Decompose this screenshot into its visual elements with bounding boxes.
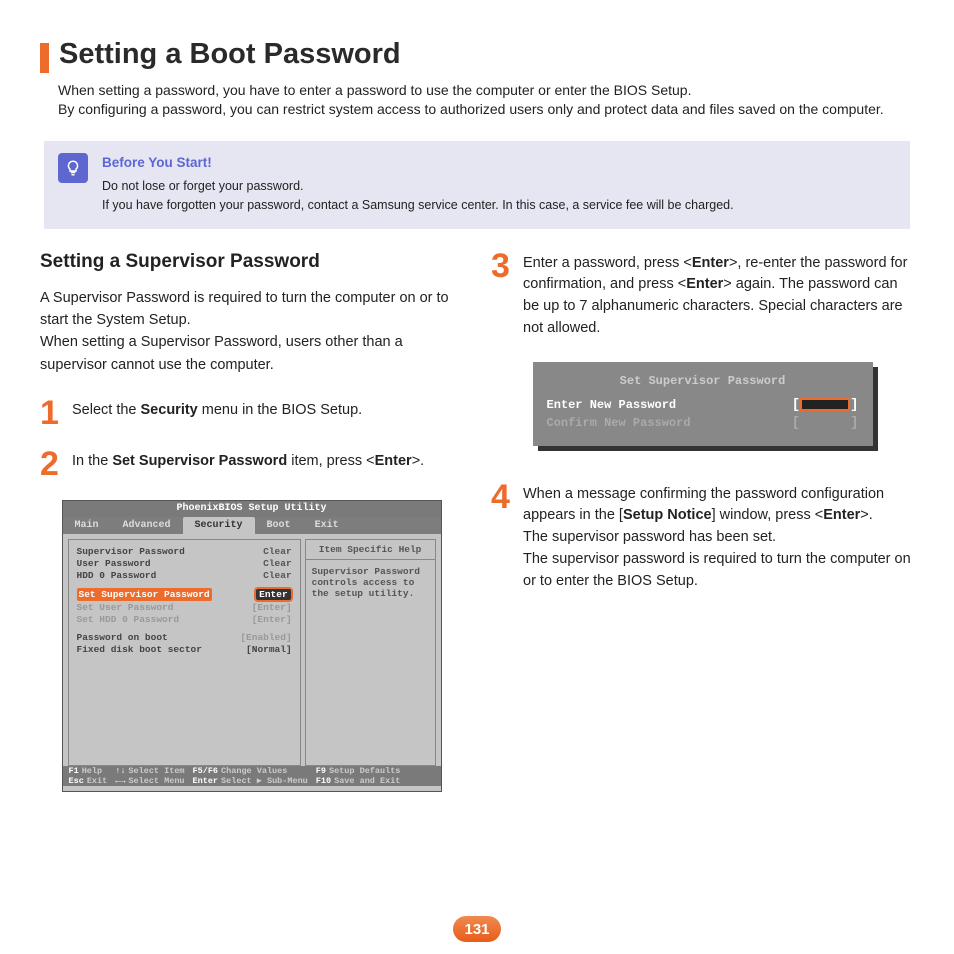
before-you-start-callout: Before You Start! Do not lose or forget … bbox=[44, 141, 910, 229]
step-3: 3 Enter a password, press <Enter>, re-en… bbox=[491, 251, 914, 340]
bios-tabs: Main Advanced Security Boot Exit bbox=[63, 517, 441, 534]
bios-help-body: Supervisor Password controls access to t… bbox=[306, 560, 435, 605]
step-2: 2 In the Set Supervisor Password item, p… bbox=[40, 449, 463, 480]
accent-bar bbox=[40, 43, 49, 73]
two-column-layout: Setting a Supervisor Password A Supervis… bbox=[40, 251, 914, 800]
bios-help-panel: Item Specific Help Supervisor Password c… bbox=[305, 539, 436, 766]
intro-line-1: When setting a password, you have to ent… bbox=[58, 82, 691, 98]
tab-security: Security bbox=[183, 517, 255, 534]
step-number: 3 bbox=[491, 251, 513, 340]
intro-line-2: By configuring a password, you can restr… bbox=[58, 101, 884, 117]
step-1-text: Select the Security menu in the BIOS Set… bbox=[72, 398, 362, 429]
intro-paragraph: When setting a password, you have to ent… bbox=[58, 81, 914, 119]
tab-boot: Boot bbox=[255, 517, 303, 534]
bios-setup-screenshot: PhoenixBIOS Setup Utility Main Advanced … bbox=[62, 500, 442, 792]
bios-title: PhoenixBIOS Setup Utility bbox=[63, 501, 441, 517]
password-input-box bbox=[800, 398, 850, 411]
callout-line-1: Do not lose or forget your password. bbox=[102, 177, 734, 196]
bios-help-title: Item Specific Help bbox=[306, 540, 435, 560]
step-4: 4 When a message confirming the password… bbox=[491, 482, 914, 593]
step-number: 2 bbox=[40, 449, 62, 480]
step-2-text: In the Set Supervisor Password item, pre… bbox=[72, 449, 424, 480]
right-column: 3 Enter a password, press <Enter>, re-en… bbox=[491, 251, 914, 800]
step-3-text: Enter a password, press <Enter>, re-ente… bbox=[523, 251, 914, 340]
subheading: Setting a Supervisor Password bbox=[40, 251, 463, 273]
tab-main: Main bbox=[63, 517, 111, 534]
lightbulb-icon bbox=[58, 153, 88, 183]
tab-advanced: Advanced bbox=[111, 517, 183, 534]
step-number: 1 bbox=[40, 398, 62, 429]
page-number-badge: 131 bbox=[453, 916, 501, 942]
step-number: 4 bbox=[491, 482, 513, 593]
confirm-new-password-row: Confirm New Password [] bbox=[547, 414, 859, 432]
set-supervisor-highlight: Set Supervisor Password bbox=[77, 588, 212, 601]
step-4-text: When a message confirming the password c… bbox=[523, 482, 914, 593]
dialog-title: Set Supervisor Password bbox=[547, 374, 859, 388]
supervisor-intro: A Supervisor Password is required to tur… bbox=[40, 287, 463, 377]
title-row: Setting a Boot Password bbox=[40, 38, 914, 73]
enter-highlight: Enter bbox=[255, 588, 292, 601]
callout-body: Before You Start! Do not lose or forget … bbox=[102, 153, 734, 215]
page-title: Setting a Boot Password bbox=[59, 38, 401, 71]
left-column: Setting a Supervisor Password A Supervis… bbox=[40, 251, 463, 800]
tab-exit: Exit bbox=[303, 517, 351, 534]
bios-footer: F1 Help Esc Exit ↑↓ Select Item ←→ Selec… bbox=[63, 766, 441, 786]
step-1: 1 Select the Security menu in the BIOS S… bbox=[40, 398, 463, 429]
set-password-dialog: Set Supervisor Password Enter New Passwo… bbox=[533, 362, 873, 446]
enter-new-password-row: Enter New Password [] bbox=[547, 396, 859, 414]
callout-line-2: If you have forgotten your password, con… bbox=[102, 196, 734, 215]
bios-left-panel: Supervisor PasswordClear User PasswordCl… bbox=[68, 539, 301, 766]
callout-title: Before You Start! bbox=[102, 153, 734, 173]
